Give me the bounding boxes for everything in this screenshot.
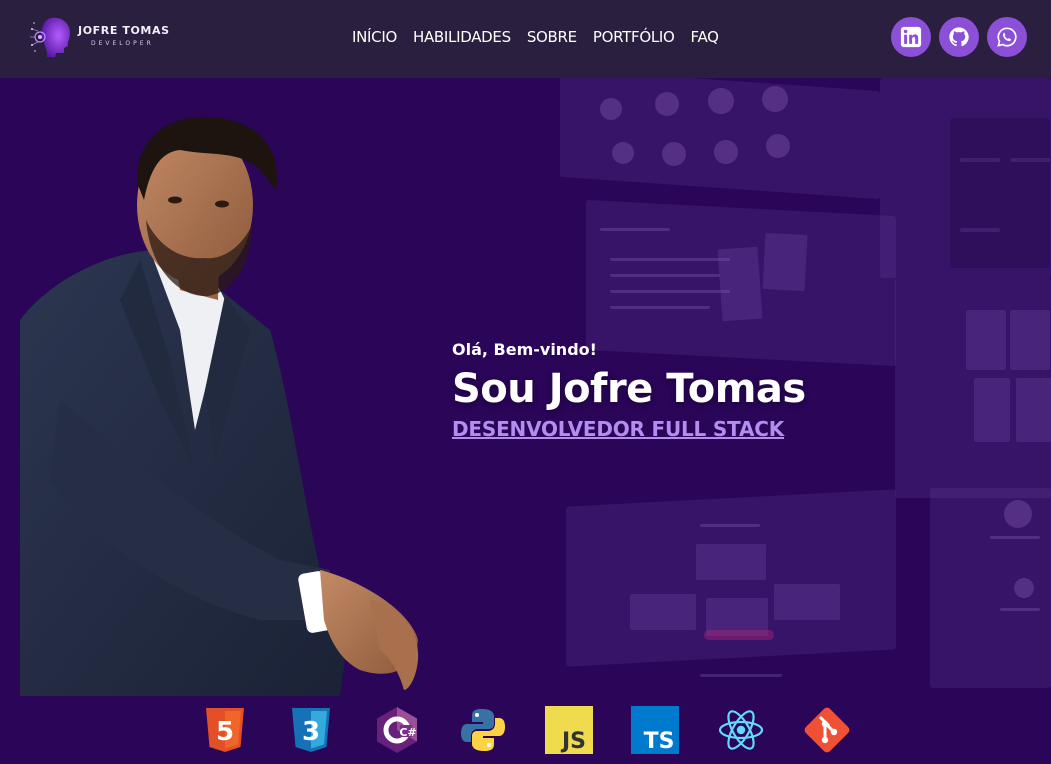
nav-link-inicio[interactable]: INÍCIO <box>352 28 397 46</box>
javascript-icon: JS <box>544 706 593 754</box>
navbar: JOFRE TOMAS DEVELOPER INÍCIO HABILIDADES… <box>0 0 1051 78</box>
github-icon <box>949 27 969 47</box>
tech-item-csharp: C# <box>372 705 422 755</box>
hero-greeting: Olá, Bem-vindo! <box>452 340 597 359</box>
social-links <box>891 17 1027 57</box>
hero-headline: Sou Jofre Tomas <box>452 366 806 412</box>
linkedin-icon <box>900 26 922 48</box>
tech-item-react <box>716 705 766 755</box>
brand-logo-link[interactable]: JOFRE TOMAS DEVELOPER <box>30 13 170 59</box>
react-icon <box>718 710 763 750</box>
javascript-icon-label: JS <box>559 729 585 754</box>
whatsapp-icon <box>997 27 1017 47</box>
csharp-icon: C# <box>376 707 417 753</box>
css3-icon: 3 <box>291 708 330 752</box>
html5-icon-label: 5 <box>215 717 233 747</box>
whatsapp-button[interactable] <box>987 17 1027 57</box>
tech-stack-bar: 5 3 C# JS TS <box>0 696 1051 764</box>
developer-portrait-photo <box>20 116 419 696</box>
main-menu: INÍCIO HABILIDADES SOBRE PORTFÓLIO FAQ <box>352 28 719 46</box>
nav-link-portfolio[interactable]: PORTFÓLIO <box>593 28 675 46</box>
brand-text: JOFRE TOMAS DEVELOPER <box>78 25 170 47</box>
hero-text-block: Olá, Bem-vindo! Sou Jofre Tomas DESENVOL… <box>452 340 806 441</box>
hero-role-link[interactable]: DESENVOLVEDOR FULL STACK <box>452 417 784 441</box>
tech-item-typescript: TS <box>630 705 680 755</box>
linkedin-button[interactable] <box>891 17 931 57</box>
tech-item-html5: 5 <box>200 705 250 755</box>
tech-item-javascript: JS <box>544 705 594 755</box>
github-button[interactable] <box>939 17 979 57</box>
git-icon <box>804 707 849 753</box>
hero-section: Olá, Bem-vindo! Sou Jofre Tomas DESENVOL… <box>0 78 1051 696</box>
html5-icon: 5 <box>205 708 244 752</box>
nav-link-faq[interactable]: FAQ <box>691 28 719 46</box>
python-icon <box>460 709 505 751</box>
typescript-icon-label: TS <box>643 729 674 754</box>
nav-link-habilidades[interactable]: HABILIDADES <box>413 28 511 46</box>
brand-subtitle: DEVELOPER <box>91 40 154 47</box>
nav-link-sobre[interactable]: SOBRE <box>527 28 577 46</box>
tech-item-python <box>458 705 508 755</box>
csharp-icon-label: C# <box>399 726 416 739</box>
tech-item-git <box>802 705 852 755</box>
css3-icon-label: 3 <box>301 717 319 747</box>
brain-circuit-logo <box>30 17 70 57</box>
tech-item-css3: 3 <box>286 705 336 755</box>
brand-name: JOFRE TOMAS <box>78 24 170 37</box>
typescript-icon: TS <box>630 706 679 754</box>
